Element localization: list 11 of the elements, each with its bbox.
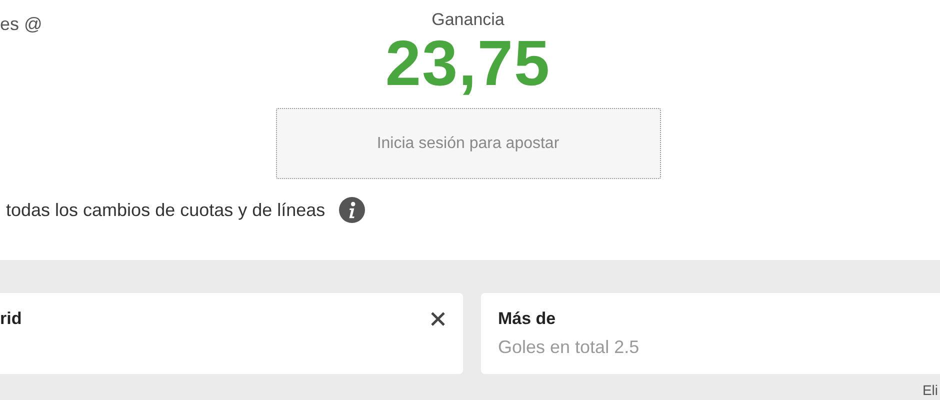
odds-notice: todas los cambios de cuotas y de líneas: [6, 200, 326, 220]
header-text: es @: [0, 14, 42, 35]
selection-subtitle: Goles en total 2.5: [498, 337, 640, 358]
footer-link[interactable]: Eli: [922, 382, 938, 398]
info-icon[interactable]: [339, 197, 366, 223]
close-icon[interactable]: [430, 311, 446, 327]
selection-title: Más de: [498, 309, 557, 329]
profit-value: 23,75: [385, 30, 551, 96]
login-button[interactable]: Inicia sesión para apostar: [276, 108, 660, 179]
selection-title: rid: [0, 309, 22, 329]
profit-label: Ganancia: [432, 10, 504, 30]
